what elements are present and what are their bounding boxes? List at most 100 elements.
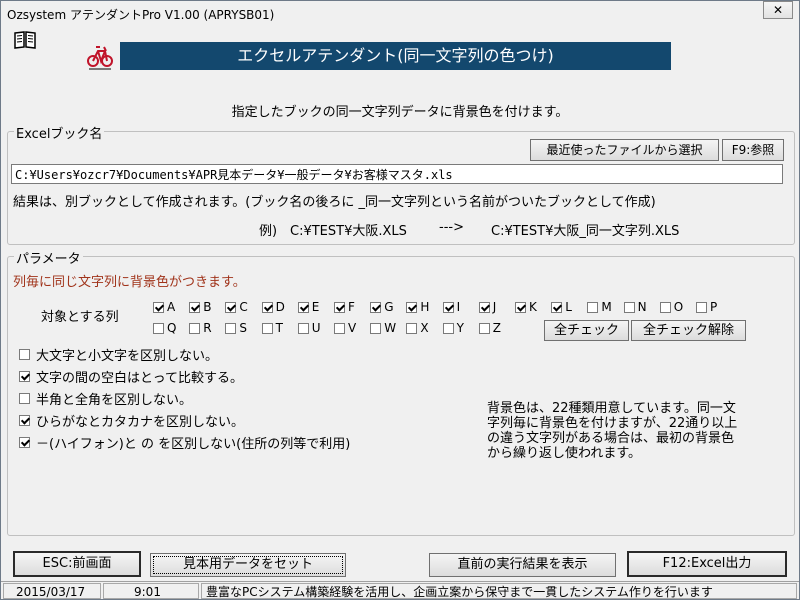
column-letter: B [203, 300, 212, 314]
bg-note-line: 字列毎に背景色を付けますが、22通り以上 [487, 416, 738, 431]
option-checkbox[interactable]: 文字の間の空白はとって比較する。 [19, 368, 243, 386]
column-checkbox-d[interactable]: D [261, 300, 285, 314]
check-all-button[interactable]: 全チェック [544, 320, 629, 341]
checkbox-box[interactable] [334, 301, 345, 313]
column-checkbox-y[interactable]: Y [442, 321, 464, 335]
column-checkbox-a[interactable]: A [153, 300, 175, 314]
option-label: 文字の間の空白はとって比較する。 [36, 370, 243, 386]
column-checkbox-h[interactable]: H [406, 300, 429, 314]
checkbox-box[interactable] [153, 322, 164, 334]
checkbox-box[interactable] [19, 370, 30, 382]
column-letter: R [203, 321, 212, 335]
checkbox-box[interactable] [442, 322, 454, 334]
checkbox-box[interactable] [478, 322, 490, 334]
column-checkbox-r[interactable]: R [189, 321, 212, 335]
status-time: 9:01 [103, 583, 199, 599]
recent-files-button[interactable]: 最近使ったファイルから選択 [530, 139, 719, 161]
checkbox-box[interactable] [225, 301, 237, 313]
checkbox-box[interactable] [297, 301, 309, 313]
esc-back-button[interactable]: ESC:前画面 [13, 551, 141, 577]
set-sample-data-button[interactable]: 見本用データをセット [150, 553, 346, 577]
column-letter: Y [456, 321, 464, 335]
target-columns-label: 対象とする列 [41, 310, 119, 325]
banner-title: エクセルアテンダント(同一文字列の色つけ) [120, 42, 671, 70]
column-checkbox-x[interactable]: X [406, 321, 429, 335]
checkbox-box[interactable] [623, 301, 635, 313]
checkbox-box[interactable] [370, 322, 382, 334]
checkbox-box[interactable] [261, 322, 273, 334]
column-letter: U [311, 321, 321, 335]
title-bar: Ozsystem アテンダントPro V1.00 (APRYSB01) ✕ [1, 1, 799, 27]
option-checkbox[interactable]: ひらがなとカタカナを区別しない。 [19, 412, 244, 430]
column-checkbox-g[interactable]: G [370, 300, 394, 314]
column-color-note: 列毎に同じ文字列に背景色がつきます。 [13, 275, 246, 290]
column-checkbox-v[interactable]: V [334, 321, 356, 335]
status-date: 2015/03/17 [3, 583, 101, 599]
checkbox-box[interactable] [334, 322, 345, 334]
checkbox-box[interactable] [551, 301, 563, 313]
column-checkbox-k[interactable]: K [515, 300, 537, 314]
column-checkbox-c[interactable]: C [225, 300, 248, 314]
column-checkbox-s[interactable]: S [225, 321, 247, 335]
checkbox-box[interactable] [587, 301, 599, 313]
column-checkbox-f[interactable]: F [334, 300, 355, 314]
checkbox-box[interactable] [225, 322, 237, 334]
book-icon[interactable] [13, 30, 37, 50]
checkbox-box[interactable] [659, 301, 671, 313]
checkbox-box[interactable] [370, 301, 382, 313]
checkbox-box[interactable] [19, 414, 30, 426]
background-color-note: 背景色は、22種類用意しています。同一文 字列毎に背景色を付けますが、22通り以… [487, 401, 781, 461]
column-letter: D [275, 300, 285, 314]
column-checkbox-q[interactable]: Q [153, 321, 176, 335]
checkbox-box[interactable] [19, 392, 30, 404]
show-last-result-button[interactable]: 直前の実行結果を表示 [429, 553, 616, 577]
column-letter: W [384, 321, 397, 335]
column-letter: C [239, 300, 248, 314]
column-letter: H [420, 300, 430, 314]
checkbox-box[interactable] [153, 301, 164, 313]
checkbox-box[interactable] [696, 301, 707, 313]
status-bar: 2015/03/17 9:01 豊富なPCシステム構築経験を活用し、企画立案から… [1, 581, 799, 599]
column-checkbox-j[interactable]: J [478, 300, 496, 314]
column-letter: S [239, 321, 248, 335]
checkbox-box[interactable] [19, 436, 30, 448]
option-checkbox[interactable]: 大文字と小文字を区別しない。 [19, 346, 218, 364]
option-label: －(ハイフォン)と の を区別しない(住所の列等で利用) [36, 436, 351, 452]
column-checkbox-m[interactable]: M [587, 300, 612, 314]
example-output-path: C:¥TEST¥大阪_同一文字列.XLS [491, 224, 680, 239]
checkbox-box[interactable] [515, 301, 526, 313]
column-checkbox-e[interactable]: E [297, 300, 319, 314]
checkbox-box[interactable] [297, 322, 309, 334]
checkbox-box[interactable] [442, 301, 454, 313]
option-checkbox[interactable]: 半角と全角を区別しない。 [19, 390, 192, 408]
checkbox-box[interactable] [406, 322, 418, 334]
column-checkbox-i[interactable]: I [442, 300, 460, 314]
column-checkbox-u[interactable]: U [297, 321, 321, 335]
column-checkbox-b[interactable]: B [189, 300, 211, 314]
column-checkbox-n[interactable]: N [623, 300, 647, 314]
file-path-input[interactable]: C:¥Users¥ozcr7¥Documents¥APR見本データ¥一般データ¥… [11, 164, 783, 184]
checkbox-box[interactable] [19, 348, 30, 360]
option-checkbox[interactable]: －(ハイフォン)と の を区別しない(住所の列等で利用) [19, 434, 351, 452]
column-checkbox-o[interactable]: O [659, 300, 683, 314]
column-letter: V [348, 321, 357, 335]
browse-button[interactable]: F9:参照 [722, 139, 784, 161]
bg-note-line: の違う文字列がある場合は、最初の背景色 [487, 431, 735, 446]
column-letter: N [637, 300, 647, 314]
column-checkbox-z[interactable]: Z [478, 321, 501, 335]
example-source-path: C:¥TEST¥大阪.XLS [290, 224, 407, 239]
uncheck-all-button[interactable]: 全チェック解除 [631, 320, 746, 341]
column-checkbox-p[interactable]: P [696, 300, 717, 314]
column-checkbox-t[interactable]: T [261, 321, 283, 335]
column-checkbox-l[interactable]: L [551, 300, 572, 314]
close-button[interactable]: ✕ [763, 1, 793, 19]
checkbox-box[interactable] [406, 301, 418, 313]
column-letter: K [529, 300, 537, 314]
checkbox-box[interactable] [189, 301, 201, 313]
column-checkbox-w[interactable]: W [370, 321, 396, 335]
checkbox-box[interactable] [478, 301, 490, 313]
checkbox-box[interactable] [261, 301, 273, 313]
app-window: Ozsystem アテンダントPro V1.00 (APRYSB01) ✕ エク… [0, 0, 800, 600]
f12-excel-output-button[interactable]: F12:Excel出力 [627, 551, 787, 577]
checkbox-box[interactable] [189, 322, 201, 334]
